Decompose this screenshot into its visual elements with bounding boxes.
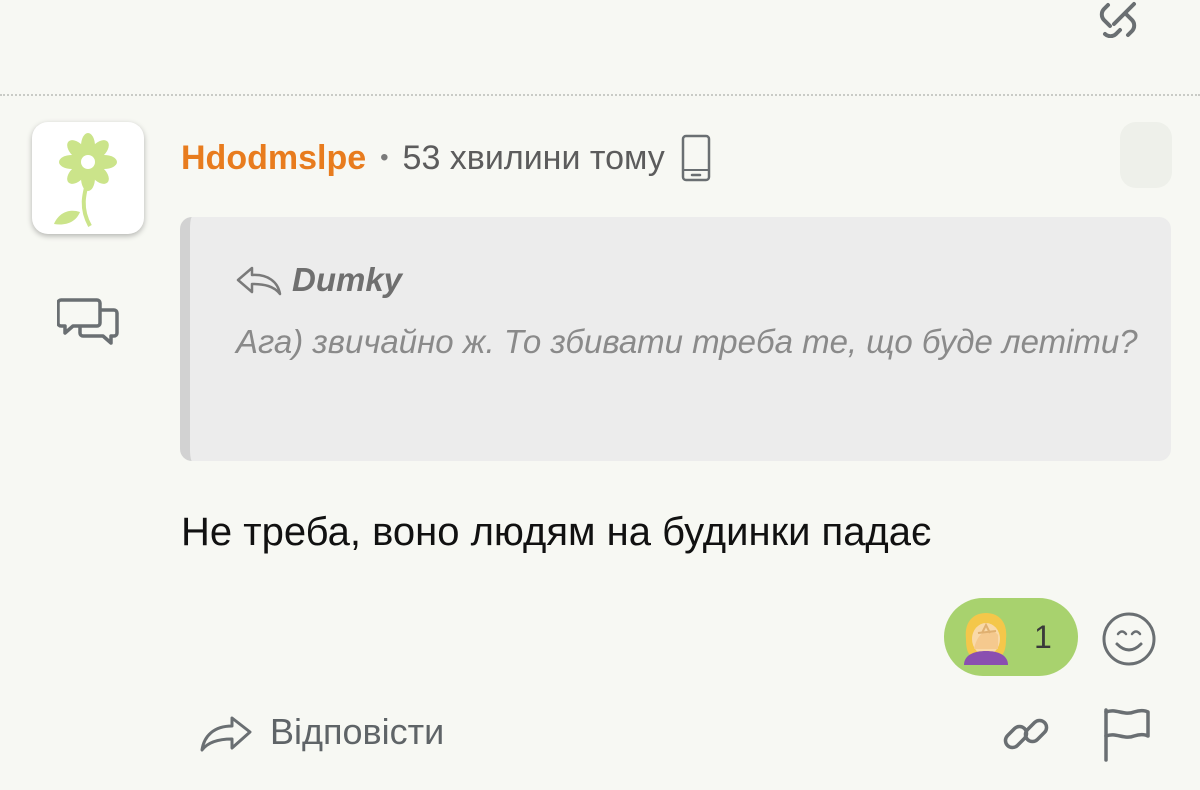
- reply-back-icon: [236, 266, 282, 296]
- chat-bubbles-icon[interactable]: [57, 294, 121, 348]
- comment-divider: [0, 94, 1200, 96]
- link-icon[interactable]: [1000, 708, 1052, 760]
- comment-body: Не треба, воно людям на будинки падає: [181, 510, 932, 554]
- flower-avatar-icon: [54, 133, 117, 227]
- comment-timestamp: 53 хвилини тому: [402, 138, 665, 177]
- link-icon[interactable]: [1098, 0, 1150, 38]
- quote-header: Dumky: [234, 258, 402, 302]
- comment-meta: Hdodmslpe • 53 хвилини тому: [181, 134, 713, 182]
- flag-icon[interactable]: [1100, 706, 1152, 762]
- reply-button[interactable]: Відповісти: [270, 711, 444, 753]
- smartphone-icon: [681, 134, 711, 182]
- smile-icon[interactable]: [1100, 610, 1158, 668]
- avatar[interactable]: [32, 122, 144, 234]
- face-palm-emoji-icon: [964, 613, 1008, 665]
- reaction-badge[interactable]: 1: [944, 598, 1078, 676]
- meta-separator: •: [380, 144, 389, 171]
- quote-author[interactable]: Dumky: [292, 261, 402, 299]
- comment-menu-button[interactable]: [1120, 122, 1172, 188]
- author-name[interactable]: Hdodmslpe: [181, 139, 366, 178]
- reaction-count: 1: [1034, 618, 1052, 655]
- reply-arrow-icon[interactable]: [198, 712, 254, 756]
- quote-text: Ага) звичайно ж. То збивати треба те, що…: [236, 323, 1138, 360]
